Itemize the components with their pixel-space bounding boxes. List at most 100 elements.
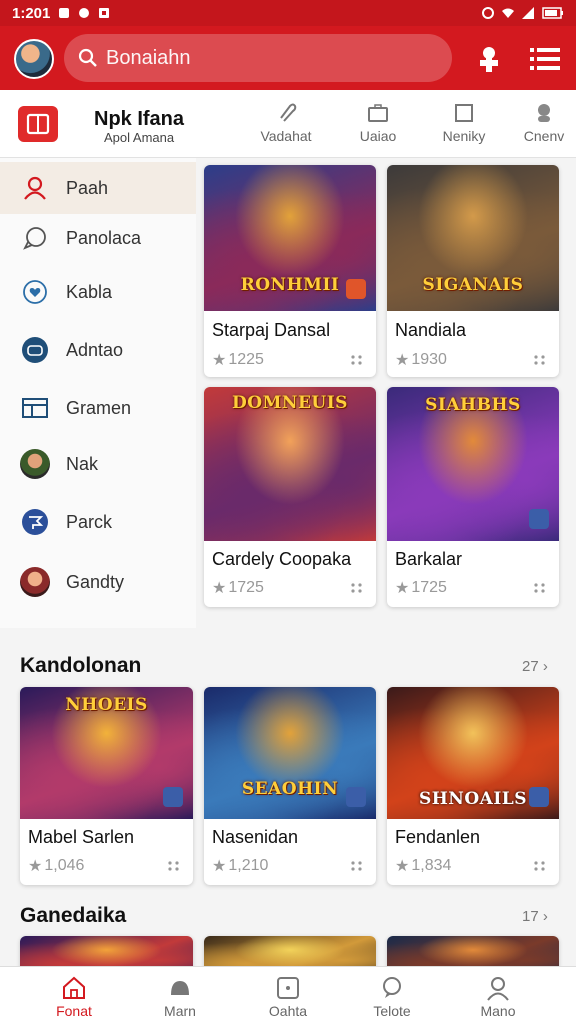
- search-bar[interactable]: [64, 34, 452, 82]
- person-icon: [538, 104, 550, 122]
- art-title: SIGANAIS: [422, 275, 524, 295]
- sim-icon: [59, 8, 70, 18]
- section-count: 27: [522, 658, 539, 675]
- sidebar-item-adntao[interactable]: Adntao: [0, 324, 196, 376]
- game-card[interactable]: SIGANAIS Nandiala ★ 1930: [387, 165, 559, 377]
- game-name: Nasenidan: [212, 827, 299, 847]
- tab-uaiao[interactable]: Uaiao: [338, 102, 418, 152]
- rating-value: 1725: [228, 579, 264, 596]
- game-card[interactable]: SHNOAILS Fendanlen ★ 1,834: [387, 687, 559, 885]
- nav-marn[interactable]: Marn: [130, 975, 230, 1019]
- sidebar-item-label: Kabla: [66, 281, 113, 302]
- app-bar: [0, 26, 576, 90]
- profile-icon: [487, 977, 509, 1001]
- game-card[interactable]: RONHMII Starpaj Dansal ★ 1225: [204, 165, 376, 377]
- signal-icon: [522, 7, 534, 19]
- game-name: Nandiala: [395, 320, 467, 340]
- section-see-all[interactable]: 17 ›: [522, 908, 548, 925]
- brand-subtitle: Apol Amana: [104, 130, 175, 145]
- sidebar-item-parck[interactable]: Parck: [0, 496, 196, 548]
- tab-cnenv[interactable]: Cnenv: [504, 102, 576, 152]
- rating-value: 1725: [411, 579, 447, 596]
- chevron-right-icon: ›: [542, 658, 548, 675]
- sidebar-item-nak[interactable]: Nak: [0, 438, 196, 490]
- paperclip-icon: [280, 103, 297, 122]
- flag-icon: [22, 509, 48, 535]
- book-icon[interactable]: [18, 106, 58, 142]
- game-rating: ★ 1725: [212, 578, 264, 598]
- rating-value: 1,834: [411, 857, 452, 874]
- more-options-icon[interactable]: [350, 353, 364, 367]
- nav-oahta[interactable]: Oahta: [238, 975, 338, 1019]
- game-card[interactable]: SIAHBHS Barkalar ★ 1725: [387, 387, 559, 607]
- battery-icon: [542, 7, 563, 19]
- nav-telote[interactable]: Telote: [342, 975, 442, 1019]
- game-artwork: RONHMII: [204, 165, 376, 311]
- star-icon: ★: [28, 858, 43, 875]
- sidebar-item-gramen[interactable]: Gramen: [0, 382, 196, 434]
- tab-vadahat[interactable]: Vadahat: [246, 102, 326, 152]
- more-options-icon[interactable]: [533, 353, 547, 367]
- nav-home[interactable]: Fonat: [24, 975, 124, 1019]
- more-options-icon[interactable]: [350, 859, 364, 873]
- sidebar-item-kabla[interactable]: Kabla: [0, 266, 196, 318]
- bottom-navigation: Fonat Marn Oahta Telote Mano: [0, 966, 576, 1024]
- game-name: Starpaj Dansal: [212, 320, 331, 340]
- controller-icon: [171, 981, 189, 995]
- brand-title: Npk Ifana: [94, 108, 185, 130]
- art-title: SIAHBHS: [425, 395, 521, 415]
- avatar-icon: [20, 567, 50, 597]
- game-rating: ★ 1225: [212, 350, 264, 370]
- game-badge-icon: [529, 509, 549, 529]
- game-card[interactable]: NHOEIS Mabel Sarlen ★ 1,046: [20, 687, 193, 885]
- nav-mano[interactable]: Mano: [448, 975, 548, 1019]
- game-rating: ★ 1,210: [212, 856, 268, 876]
- tab-neniky[interactable]: Neniky: [424, 102, 504, 152]
- nav-label: Fonat: [56, 1003, 92, 1019]
- game-artwork: DOMNEUIS: [204, 387, 376, 541]
- sidebar-item-label: Parck: [66, 511, 113, 532]
- alarm-icon: [482, 7, 494, 19]
- tab-label: Uaiao: [359, 128, 397, 144]
- nav-label: Telote: [373, 1003, 411, 1019]
- game-name: Fendanlen: [395, 827, 481, 847]
- game-rating: ★ 1930: [395, 350, 447, 370]
- chevron-right-icon: ›: [542, 908, 548, 925]
- user-avatar[interactable]: [14, 39, 54, 79]
- game-artwork: SHNOAILS: [387, 687, 559, 819]
- heart-icon: [23, 280, 47, 304]
- rating-value: 1,210: [228, 857, 269, 874]
- more-options-icon[interactable]: [350, 581, 364, 595]
- app-notification-icon: [99, 8, 110, 18]
- sidebar: Paah Panolaca Kabla Adntao Gramen Nak Pa…: [0, 158, 196, 628]
- game-card[interactable]: SEAOHIN Nasenidan ★ 1,210: [204, 687, 376, 885]
- section-see-all[interactable]: 27 ›: [522, 658, 548, 675]
- sidebar-item-label: Adntao: [66, 339, 124, 360]
- star-icon: ★: [395, 858, 410, 875]
- section-count: 17: [522, 908, 539, 925]
- sidebar-item-label: Gandty: [66, 571, 125, 592]
- sidebar-item-gandty[interactable]: Gandty: [0, 556, 196, 608]
- game-card[interactable]: DOMNEUIS Cardely Coopaka ★ 1725: [204, 387, 376, 607]
- menu-icon[interactable]: [530, 46, 560, 72]
- wifi-icon: [502, 8, 514, 18]
- briefcase-icon: [368, 104, 388, 122]
- more-options-icon[interactable]: [167, 859, 181, 873]
- category-tab-row: Npk Ifana Apol Amana Vadahat Uaiao Nenik…: [0, 90, 576, 158]
- search-input[interactable]: [106, 46, 436, 70]
- game-artwork: SEAOHIN: [204, 687, 376, 819]
- star-icon: ★: [212, 580, 227, 597]
- status-time: 1:201: [12, 4, 51, 22]
- sidebar-item-label: Paah: [66, 177, 109, 198]
- more-options-icon[interactable]: [533, 581, 547, 595]
- game-rating: ★ 1725: [395, 578, 447, 598]
- sidebar-item-paah[interactable]: Paah: [0, 162, 196, 214]
- star-icon: ★: [212, 858, 227, 875]
- chat-bubble-icon: [383, 977, 401, 998]
- game-name: Cardely Coopaka: [212, 549, 352, 569]
- more-options-icon[interactable]: [533, 859, 547, 873]
- game-artwork: SIGANAIS: [387, 165, 559, 311]
- game-name: Mabel Sarlen: [28, 827, 135, 847]
- add-user-button[interactable]: [474, 44, 504, 74]
- sidebar-item-panolaca[interactable]: Panolaca: [0, 212, 196, 264]
